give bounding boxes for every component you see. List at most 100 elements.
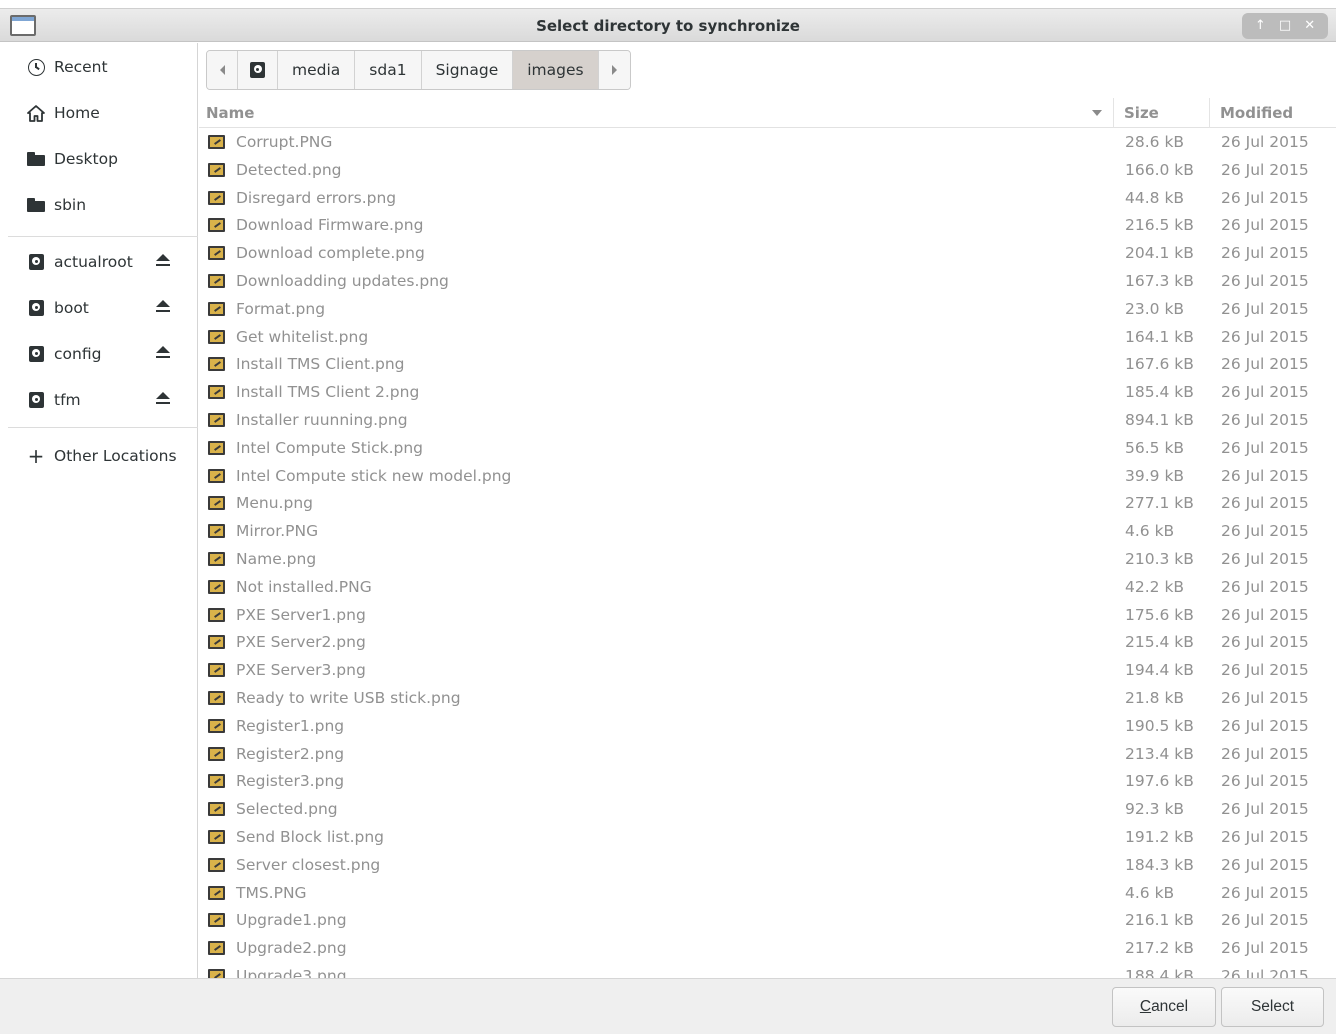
file-size: 92.3 kB [1125, 800, 1185, 819]
file-size: 188.4 kB [1125, 966, 1194, 978]
file-modified: 26 Jul 2015 [1221, 244, 1309, 263]
file-row[interactable]: Register3.png 197.6 kB 26 Jul 2015 [199, 768, 1336, 796]
image-file-icon [208, 913, 225, 928]
file-size: 42.2 kB [1125, 577, 1185, 596]
file-row[interactable]: Download Firmware.png 216.5 kB 26 Jul 2015 [199, 212, 1336, 240]
sidebar-item-desktop[interactable]: Desktop [0, 139, 197, 179]
sidebar-item-recent[interactable]: Recent [0, 47, 197, 87]
file-row[interactable]: TMS.PNG 4.6 kB 26 Jul 2015 [199, 880, 1336, 908]
file-size: 28.6 kB [1125, 133, 1185, 151]
title-bar[interactable]: Select directory to synchronize ↑ □ ✕ [0, 8, 1336, 42]
file-row[interactable]: Disregard errors.png 44.8 kB 26 Jul 2015 [199, 185, 1336, 213]
file-modified: 26 Jul 2015 [1221, 911, 1309, 930]
file-modified: 26 Jul 2015 [1221, 438, 1309, 457]
sidebar-item-actualroot[interactable]: actualroot [0, 242, 197, 282]
file-name: Get whitelist.png [236, 327, 369, 346]
restore-icon[interactable]: □ [1276, 17, 1294, 35]
sidebar-item-label: actualroot [54, 253, 133, 271]
eject-icon[interactable] [155, 392, 171, 408]
file-modified: 26 Jul 2015 [1221, 133, 1309, 151]
image-file-icon [208, 718, 225, 733]
file-row[interactable]: Installer ruunning.png 894.1 kB 26 Jul 201… [199, 407, 1336, 435]
file-modified: 26 Jul 2015 [1221, 383, 1309, 402]
image-file-icon [208, 857, 225, 872]
column-divider[interactable] [1113, 98, 1114, 128]
path-segment-media[interactable]: media [278, 51, 356, 89]
column-header-name[interactable]: Name [206, 104, 254, 122]
file-name: Ready to write USB stick.png [236, 688, 461, 707]
file-row[interactable]: Send Block list.png 191.2 kB 26 Jul 2015 [199, 824, 1336, 852]
path-scroll-left-button[interactable] [207, 51, 238, 89]
file-row[interactable]: Detected.png 166.0 kB 26 Jul 2015 [199, 157, 1336, 185]
file-modified: 26 Jul 2015 [1221, 577, 1309, 596]
file-size: 216.5 kB [1125, 216, 1194, 235]
file-size: 277.1 kB [1125, 494, 1194, 513]
sidebar-item-config[interactable]: config [0, 334, 197, 374]
file-modified: 26 Jul 2015 [1221, 299, 1309, 318]
file-name: Not installed.PNG [236, 577, 372, 596]
path-segment-images[interactable]: images [513, 51, 599, 89]
file-row[interactable]: Menu.png 277.1 kB 26 Jul 2015 [199, 490, 1336, 518]
path-scroll-right-button[interactable] [598, 51, 630, 89]
file-row[interactable]: Register2.png 213.4 kB 26 Jul 2015 [199, 741, 1336, 769]
eject-icon[interactable] [155, 346, 171, 362]
file-row[interactable]: Server closest.png 184.3 kB 26 Jul 2015 [199, 852, 1336, 880]
file-row[interactable]: Upgrade1.png 216.1 kB 26 Jul 2015 [199, 907, 1336, 935]
file-row[interactable]: Format.png 23.0 kB 26 Jul 2015 [199, 296, 1336, 324]
file-row[interactable]: Intel Compute stick new model.png 39.9 kB… [199, 463, 1336, 491]
column-divider[interactable] [1209, 98, 1210, 128]
file-size: 184.3 kB [1125, 855, 1194, 874]
file-name: Upgrade3.png [236, 966, 347, 978]
file-row[interactable]: Download complete.png 204.1 kB 26 Jul 2015 [199, 240, 1336, 268]
file-row[interactable]: Install TMS Client.png 167.6 kB 26 Jul 201… [199, 351, 1336, 379]
sidebar-item-home[interactable]: Home [0, 93, 197, 133]
chevron-left-icon [219, 65, 225, 75]
chevron-right-icon [611, 65, 617, 75]
file-row[interactable]: Install TMS Client 2.png 185.4 kB 26 Jul 2… [199, 379, 1336, 407]
sidebar-item-sbin[interactable]: sbin [0, 185, 197, 225]
sidebar-item-boot[interactable]: boot [0, 288, 197, 328]
image-file-icon [208, 135, 225, 149]
file-row[interactable]: Upgrade3.png 188.4 kB 26 Jul 2015 [199, 963, 1336, 978]
select-button[interactable]: Select [1221, 987, 1324, 1027]
file-row[interactable]: PXE Server3.png 194.4 kB 26 Jul 2015 [199, 657, 1336, 685]
path-segment-sda1[interactable]: sda1 [355, 51, 422, 89]
file-name: PXE Server3.png [236, 661, 366, 680]
close-icon[interactable]: ✕ [1301, 17, 1319, 35]
file-row[interactable]: Not installed.PNG 42.2 kB 26 Jul 2015 [199, 574, 1336, 602]
image-file-icon [208, 524, 225, 539]
file-name: PXE Server2.png [236, 633, 366, 652]
column-header-size[interactable]: Size [1124, 104, 1159, 122]
sidebar-item-tfm[interactable]: tfm [0, 380, 197, 420]
file-row[interactable]: Ready to write USB stick.png 21.8 kB 26 Ju… [199, 685, 1336, 713]
file-row[interactable]: PXE Server2.png 215.4 kB 26 Jul 2015 [199, 629, 1336, 657]
image-file-icon [208, 440, 225, 455]
sidebar-item-other-locations[interactable]: + Other Locations [0, 436, 197, 476]
file-modified: 26 Jul 2015 [1221, 827, 1309, 846]
path-segment-signage[interactable]: Signage [421, 51, 514, 89]
file-row[interactable]: Register1.png 190.5 kB 26 Jul 2015 [199, 713, 1336, 741]
file-row[interactable]: Selected.png 92.3 kB 26 Jul 2015 [199, 796, 1336, 824]
path-root-button[interactable] [238, 51, 278, 89]
file-row[interactable]: PXE Server1.png 175.6 kB 26 Jul 2015 [199, 602, 1336, 630]
file-row[interactable]: Mirror.PNG 4.6 kB 26 Jul 2015 [199, 518, 1336, 546]
file-name: Intel Compute stick new model.png [236, 466, 512, 485]
maximize-arrow-icon[interactable]: ↑ [1251, 17, 1269, 35]
image-file-icon [208, 190, 225, 205]
file-row[interactable]: Downloadding updates.png 167.3 kB 26 Jul 2… [199, 268, 1336, 296]
cancel-button[interactable]: Cancel [1112, 987, 1216, 1027]
eject-icon[interactable] [155, 300, 171, 316]
file-row[interactable]: Get whitelist.png 164.1 kB 26 Jul 2015 [199, 324, 1336, 352]
file-row[interactable]: Upgrade2.png 217.2 kB 26 Jul 2015 [199, 935, 1336, 963]
file-row[interactable]: Corrupt.PNG 28.6 kB 26 Jul 2015 [199, 129, 1336, 157]
column-header-modified[interactable]: Modified [1220, 104, 1293, 122]
sidebar-separator [8, 236, 198, 237]
image-file-icon [208, 829, 225, 844]
eject-icon[interactable] [155, 254, 171, 270]
path-bar: media sda1 Signage images [206, 50, 631, 90]
image-file-icon [208, 329, 225, 344]
sidebar-item-label: Other Locations [54, 447, 177, 465]
drive-icon [27, 253, 45, 271]
file-row[interactable]: Intel Compute Stick.png 56.5 kB 26 Jul 201… [199, 435, 1336, 463]
file-row[interactable]: Name.png 210.3 kB 26 Jul 2015 [199, 546, 1336, 574]
